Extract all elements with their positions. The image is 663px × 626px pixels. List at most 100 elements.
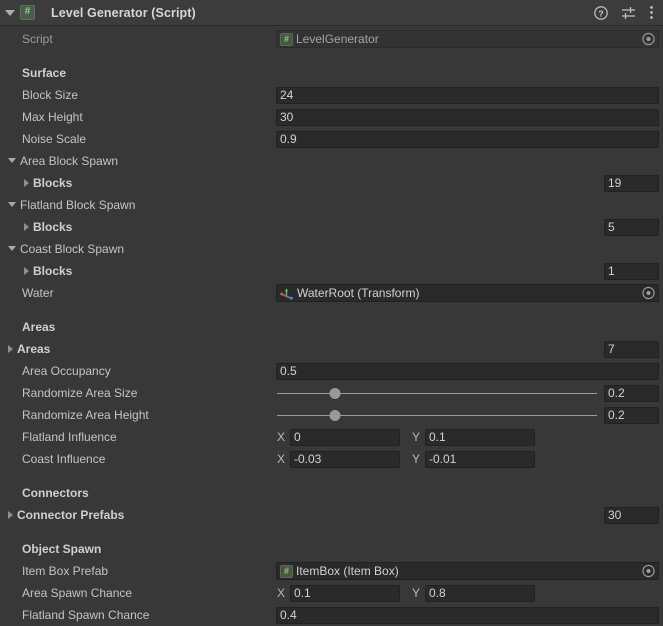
foldout-open-icon[interactable] xyxy=(8,202,16,208)
foldout-area-blocks[interactable]: Blocks 19 xyxy=(0,172,663,194)
component-header[interactable]: Level Generator (Script) ? xyxy=(0,0,663,26)
coast-blocks-label: Blocks xyxy=(33,264,73,278)
row-noise-scale: Noise Scale 0.9 xyxy=(0,128,663,150)
foldout-closed-icon[interactable] xyxy=(24,178,29,187)
area-block-spawn-label: Area Block Spawn xyxy=(20,154,119,168)
randomize-area-size-slider[interactable] xyxy=(277,385,597,402)
object-spawn-header-label: Object Spawn xyxy=(22,542,102,556)
noise-scale-input[interactable]: 0.9 xyxy=(276,130,659,148)
row-water: Water WaterRoot (Transform) xyxy=(0,282,663,304)
randomize-area-size-label: Randomize Area Size xyxy=(22,386,138,400)
row-item-box-prefab: Item Box Prefab ItemBox (Item Box) xyxy=(0,560,663,582)
foldout-open-icon[interactable] xyxy=(8,246,16,252)
csharp-script-icon xyxy=(280,32,293,46)
coast-blocks-size-input[interactable]: 1 xyxy=(604,262,659,280)
row-randomize-area-height: Randomize Area Height 0.2 xyxy=(0,404,663,426)
water-object-field[interactable]: WaterRoot (Transform) xyxy=(276,284,659,302)
item-box-prefab-value: ItemBox (Item Box) xyxy=(296,564,399,578)
randomize-area-size-input[interactable]: 0.2 xyxy=(604,384,659,402)
slider-handle[interactable] xyxy=(329,409,341,421)
slider-track xyxy=(277,392,597,394)
header-connectors: Connectors xyxy=(0,482,663,504)
csharp-script-icon xyxy=(20,5,35,20)
csharp-script-icon xyxy=(280,564,293,578)
noise-scale-label: Noise Scale xyxy=(22,132,87,146)
area-spawn-chance-x-input[interactable]: 0.1 xyxy=(290,584,400,602)
max-height-label: Max Height xyxy=(22,110,83,124)
foldout-flatland-block-spawn[interactable]: Flatland Block Spawn xyxy=(0,194,663,216)
randomize-area-height-slider[interactable] xyxy=(277,407,597,424)
coast-influence-vector2: X -0.03 Y -0.01 xyxy=(276,450,535,468)
foldout-closed-icon[interactable] xyxy=(8,510,13,519)
foldout-closed-icon[interactable] xyxy=(24,222,29,231)
object-picker-icon[interactable] xyxy=(642,286,655,300)
x-axis-label: X xyxy=(277,586,286,600)
block-size-label: Block Size xyxy=(22,88,79,102)
transform-axis-icon xyxy=(280,287,293,300)
item-box-prefab-label: Item Box Prefab xyxy=(22,564,109,578)
area-spawn-chance-y-input[interactable]: 0.8 xyxy=(425,584,535,602)
foldout-coast-block-spawn[interactable]: Coast Block Spawn xyxy=(0,238,663,260)
area-occupancy-input[interactable]: 0.5 xyxy=(276,362,659,380)
connectors-header-label: Connectors xyxy=(22,486,89,500)
foldout-areas-array[interactable]: Areas 7 xyxy=(0,338,663,360)
object-picker-icon[interactable] xyxy=(642,32,655,46)
script-value: LevelGenerator xyxy=(296,32,379,46)
foldout-closed-icon[interactable] xyxy=(24,266,29,275)
block-size-input[interactable]: 24 xyxy=(276,86,659,104)
foldout-open-icon[interactable] xyxy=(8,158,16,164)
water-value: WaterRoot (Transform) xyxy=(297,286,420,300)
help-icon[interactable]: ? xyxy=(594,5,608,20)
row-randomize-area-size: Randomize Area Size 0.2 xyxy=(0,382,663,404)
row-script: Script LevelGenerator xyxy=(0,28,663,50)
connector-prefabs-size-input[interactable]: 30 xyxy=(604,506,659,524)
script-object-field[interactable]: LevelGenerator xyxy=(276,30,659,48)
flatland-influence-vector2: X 0 Y 0.1 xyxy=(276,428,535,446)
header-surface: Surface xyxy=(0,62,663,84)
max-height-input[interactable]: 30 xyxy=(276,108,659,126)
foldout-area-block-spawn[interactable]: Area Block Spawn xyxy=(0,150,663,172)
foldout-flatland-blocks[interactable]: Blocks 5 xyxy=(0,216,663,238)
row-area-spawn-chance: Area Spawn Chance X 0.1 Y 0.8 xyxy=(0,582,663,604)
area-spawn-chance-vector2: X 0.1 Y 0.8 xyxy=(276,584,535,602)
area-blocks-size-input[interactable]: 19 xyxy=(604,174,659,192)
item-box-prefab-object-field[interactable]: ItemBox (Item Box) xyxy=(276,562,659,580)
connector-prefabs-label: Connector Prefabs xyxy=(17,508,125,522)
svg-text:?: ? xyxy=(598,8,603,18)
area-spawn-chance-label: Area Spawn Chance xyxy=(22,586,133,600)
slider-track xyxy=(277,414,597,416)
foldout-connector-prefabs[interactable]: Connector Prefabs 30 xyxy=(0,504,663,526)
coast-block-spawn-label: Coast Block Spawn xyxy=(20,242,125,256)
x-axis-label: X xyxy=(277,452,286,466)
foldout-open-icon[interactable] xyxy=(4,7,16,19)
coast-influence-x-input[interactable]: -0.03 xyxy=(290,450,400,468)
preset-slider-icon[interactable] xyxy=(621,6,636,20)
row-max-height: Max Height 30 xyxy=(0,106,663,128)
flatland-influence-x-input[interactable]: 0 xyxy=(290,428,400,446)
y-axis-label: Y xyxy=(412,586,421,600)
flatland-spawn-chance-input[interactable]: 0.4 xyxy=(276,606,659,624)
flatland-influence-y-input[interactable]: 0.1 xyxy=(425,428,535,446)
slider-handle[interactable] xyxy=(329,387,341,399)
kebab-menu-icon[interactable] xyxy=(649,5,654,20)
surface-header-label: Surface xyxy=(22,66,67,80)
y-axis-label: Y xyxy=(412,452,421,466)
row-coast-influence: Coast Influence X -0.03 Y -0.01 xyxy=(0,448,663,470)
foldout-coast-blocks[interactable]: Blocks 1 xyxy=(0,260,663,282)
coast-influence-y-input[interactable]: -0.01 xyxy=(425,450,535,468)
x-axis-label: X xyxy=(277,430,286,444)
randomize-area-height-input[interactable]: 0.2 xyxy=(604,406,659,424)
flatland-spawn-chance-label: Flatland Spawn Chance xyxy=(22,608,150,622)
row-flatland-influence: Flatland Influence X 0 Y 0.1 xyxy=(0,426,663,448)
flatland-blocks-size-input[interactable]: 5 xyxy=(604,218,659,236)
areas-header-label: Areas xyxy=(22,320,56,334)
area-occupancy-label: Area Occupancy xyxy=(22,364,111,378)
areas-array-size-input[interactable]: 7 xyxy=(604,340,659,358)
foldout-closed-icon[interactable] xyxy=(8,344,13,353)
object-picker-icon[interactable] xyxy=(642,564,655,578)
areas-array-label: Areas xyxy=(17,342,51,356)
